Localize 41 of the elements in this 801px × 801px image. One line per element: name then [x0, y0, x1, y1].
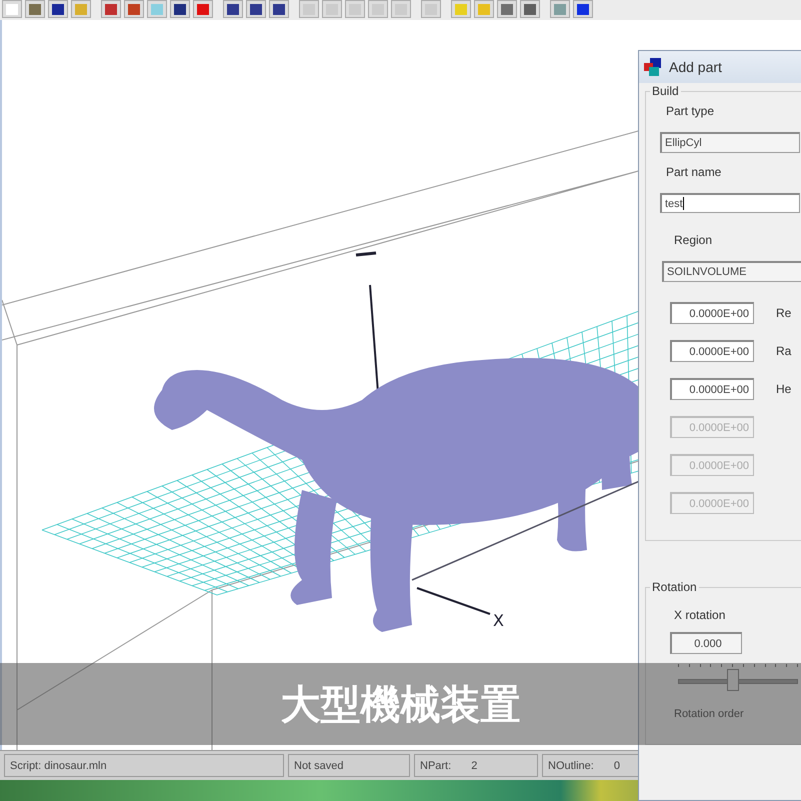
caption: 大型機械装置 — [280, 680, 520, 730]
toolbar-icon[interactable] — [246, 0, 266, 18]
field-label: Part type — [666, 104, 716, 118]
field-label: Region — [674, 233, 714, 248]
toolbar-icon[interactable] — [573, 0, 593, 18]
part-type-field[interactable]: EllipCyl — [660, 132, 800, 153]
number-field[interactable]: 0.0000E+00 — [670, 340, 754, 362]
window-title: Add part — [669, 59, 722, 75]
field-label: Ra — [776, 344, 792, 358]
toolbar-icon[interactable] — [101, 0, 121, 18]
toolbar-icon[interactable] — [193, 0, 213, 18]
field-label: X rotation — [674, 608, 726, 622]
field-label: Re — [776, 306, 792, 320]
toolbar-icon[interactable] — [520, 0, 540, 18]
rotation-slider[interactable] — [678, 664, 798, 694]
part-name-field[interactable]: test — [660, 192, 800, 214]
field-label: Part name — [666, 164, 722, 179]
toolbar-icon[interactable] — [223, 0, 243, 18]
status-value: 2 — [471, 760, 478, 772]
toolbar-icon[interactable] — [124, 0, 144, 18]
region-field[interactable]: SOILNVOLUME — [662, 261, 801, 282]
field-label: Rotation order — [674, 708, 745, 720]
status-text: Not saved — [288, 754, 410, 777]
toolbar-icon[interactable] — [170, 0, 190, 18]
number-field[interactable]: 0.0000E+00 — [670, 302, 754, 324]
toolbar-icon[interactable] — [269, 0, 289, 18]
rotation-field[interactable]: 0.000 — [670, 632, 742, 654]
toolbar-icon[interactable] — [48, 0, 68, 18]
group-legend: Rotation — [650, 580, 699, 594]
axis-label: X — [493, 611, 504, 630]
toolbar-icon[interactable] — [25, 0, 45, 18]
status-label: NPart: — [420, 760, 452, 772]
toolbar-icon[interactable] — [497, 0, 517, 18]
status-value: 0 — [614, 760, 620, 772]
status-text: Script: dinosaur.mln — [4, 754, 284, 777]
slider-thumb[interactable] — [727, 669, 740, 691]
field-label: He — [776, 382, 792, 396]
status-label: NOutline: — [548, 760, 594, 772]
number-field[interactable]: 0.0000E+00 — [670, 378, 754, 400]
app-icon — [643, 57, 663, 77]
group-legend: Build — [650, 84, 681, 98]
